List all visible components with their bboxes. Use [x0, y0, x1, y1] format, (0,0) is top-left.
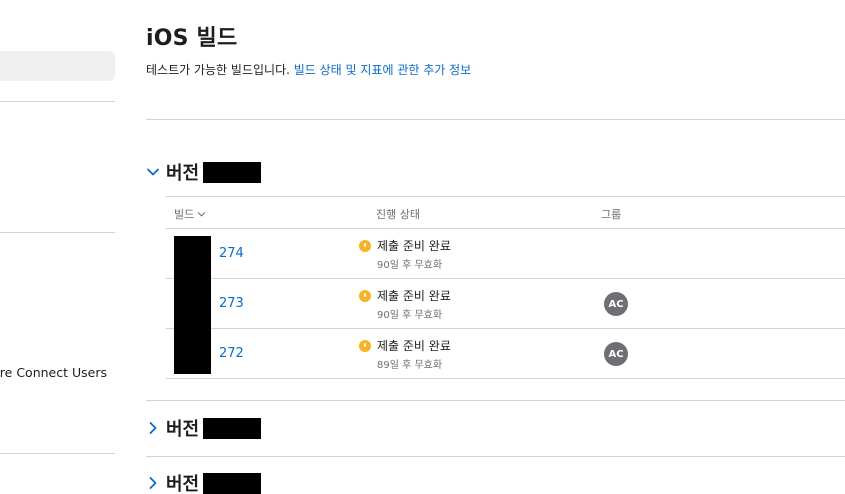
main-content: iOS 빌드 테스트가 가능한 빌드입니다. 빌드 상태 및 지표에 관한 추가…: [146, 0, 845, 494]
divider: [146, 400, 845, 401]
column-header-build-label: 빌드: [174, 208, 195, 221]
page-title: iOS 빌드: [146, 26, 238, 51]
redacted-version-number: [203, 161, 262, 183]
chevron-right-icon: [149, 422, 157, 434]
sidebar-divider: [0, 232, 115, 233]
chevron-right-icon: [149, 477, 157, 489]
version-label: 버전: [166, 419, 200, 440]
build-number-link[interactable]: 273: [219, 296, 244, 311]
build-expiry: 89일 후 무효화: [377, 360, 443, 371]
build-status: 제출 준비 완료: [377, 339, 451, 353]
sidebar-divider: [0, 101, 115, 102]
build-status: 제출 준비 완료: [377, 289, 451, 303]
sidebar-item-selected[interactable]: [0, 51, 115, 81]
redacted-version-number: [203, 472, 262, 494]
group-avatar[interactable]: AC: [604, 342, 628, 366]
info-link[interactable]: 빌드 상태 및 지표에 관한 추가 정보: [294, 63, 471, 77]
divider: [146, 456, 845, 457]
version-group-toggle[interactable]: 버전: [146, 159, 262, 185]
sort-chevron-icon: [198, 211, 206, 216]
redacted-app-icon-column: [174, 236, 211, 374]
build-number-link[interactable]: 274: [219, 246, 244, 261]
build-expiry: 90일 후 무효화: [377, 310, 443, 321]
column-header-status: 진행 상태: [376, 208, 420, 221]
sidebar-item-app-store-connect-users[interactable]: ore Connect Users: [0, 365, 107, 380]
table-row[interactable]: 274 제출 준비 완료 90일 후 무효화: [166, 229, 845, 279]
clock-warning-icon: [359, 240, 371, 252]
sidebar: ore Connect Users: [0, 0, 115, 494]
build-expiry: 90일 후 무효화: [377, 260, 443, 271]
page-subtitle: 테스트가 가능한 빌드입니다. 빌드 상태 및 지표에 관한 추가 정보: [146, 61, 471, 78]
version-label: 버전: [166, 163, 200, 184]
chevron-down-icon: [147, 168, 159, 176]
builds-table: 빌드 진행 상태 그룹 274 제출 준비 완료 90일 후 무효화 273 제…: [166, 196, 845, 379]
build-number-link[interactable]: 272: [219, 346, 244, 361]
table-row[interactable]: 272 제출 준비 완료 89일 후 무효화 AC: [166, 329, 845, 379]
column-header-group: 그룹: [601, 208, 622, 221]
column-header-build[interactable]: 빌드: [174, 206, 206, 222]
group-avatar[interactable]: AC: [604, 292, 628, 316]
divider: [146, 119, 845, 120]
table-header: 빌드 진행 상태 그룹: [166, 196, 845, 229]
clock-warning-icon: [359, 340, 371, 352]
clock-warning-icon: [359, 290, 371, 302]
version-group-toggle[interactable]: 버전: [146, 415, 262, 441]
version-group-toggle[interactable]: 버전: [146, 470, 262, 494]
table-row[interactable]: 273 제출 준비 완료 90일 후 무효화 AC: [166, 279, 845, 329]
build-status: 제출 준비 완료: [377, 239, 451, 253]
sidebar-divider: [0, 453, 115, 454]
redacted-version-number: [203, 417, 262, 439]
version-label: 버전: [166, 474, 200, 494]
subtitle-text: 테스트가 가능한 빌드입니다.: [146, 63, 294, 77]
